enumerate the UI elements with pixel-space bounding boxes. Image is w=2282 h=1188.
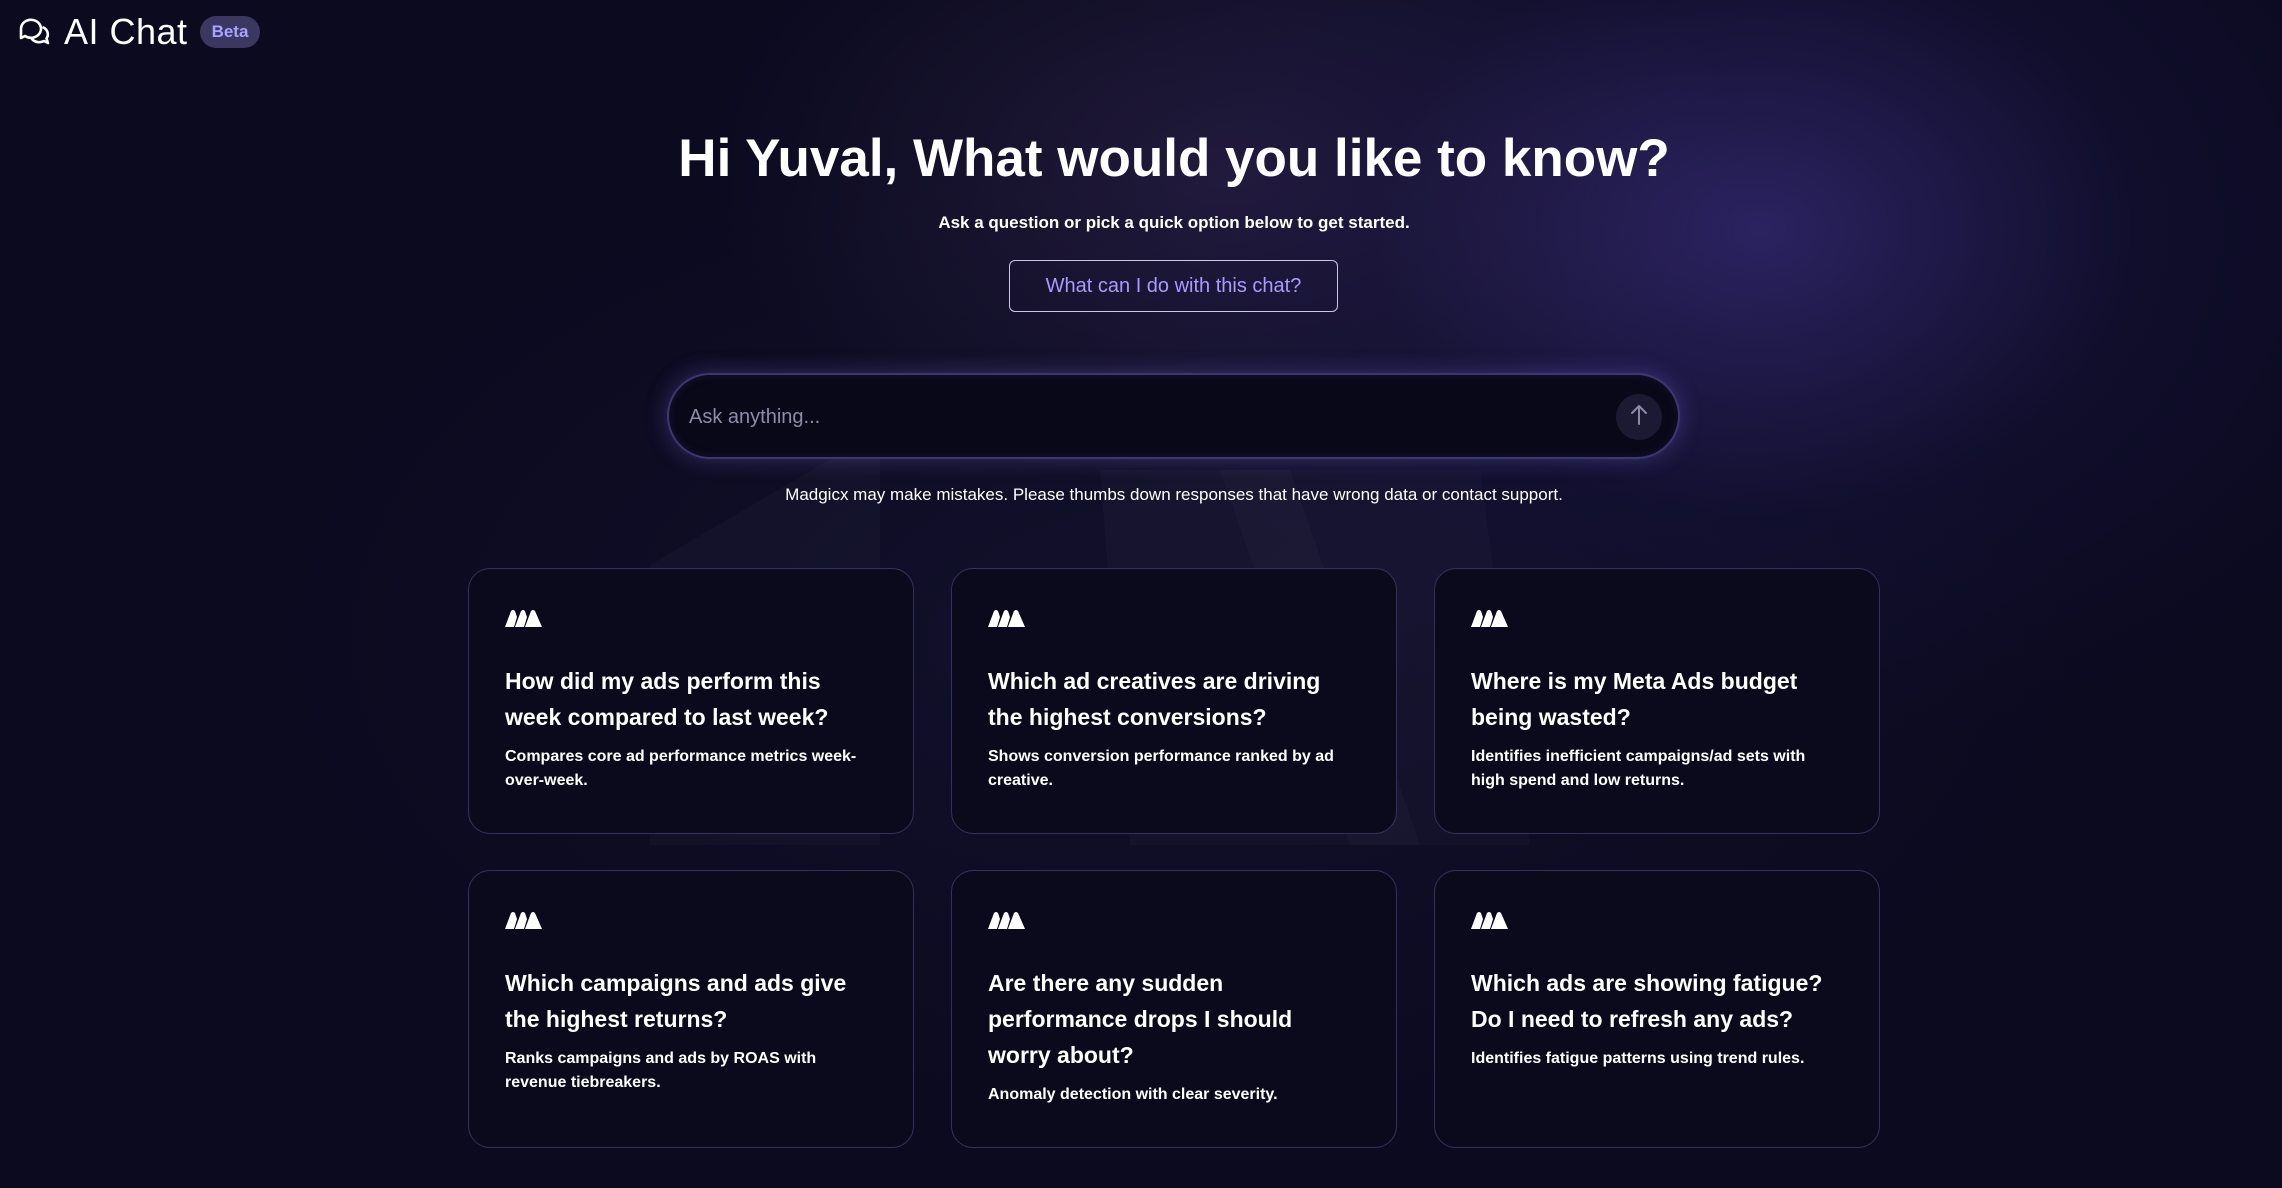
top-bar: AI Chat Beta: [16, 10, 261, 54]
madgicx-logo-icon: [1471, 912, 1508, 929]
madgicx-logo-icon: [988, 610, 1025, 627]
suggestion-card[interactable]: Which ad creatives are driving the highe…: [951, 568, 1397, 834]
madgicx-logo-icon: [1471, 610, 1508, 627]
card-description: Anomaly detection with clear severity.: [988, 1086, 1278, 1103]
app-title: AI Chat: [64, 11, 188, 52]
card-description: Compares core ad performance metrics wee…: [505, 748, 857, 789]
card-title: Where is my Meta Ads budget being wasted…: [1471, 668, 1798, 730]
greeting-heading: Hi Yuval, What would you like to know?: [678, 129, 1670, 188]
send-button[interactable]: [1616, 394, 1662, 440]
card-title: Which campaigns and ads give the highest…: [505, 970, 847, 1032]
suggestion-card[interactable]: Which campaigns and ads give the highest…: [468, 870, 914, 1148]
card-title: Which ad creatives are driving the highe…: [988, 668, 1321, 730]
suggestion-card[interactable]: Which ads are showing fatigue? Do I need…: [1434, 870, 1880, 1148]
chat-input-container: [667, 373, 1680, 459]
beta-badge: Beta: [199, 16, 261, 48]
card-description: Shows conversion performance ranked by a…: [988, 748, 1334, 789]
card-title: Which ads are showing fatigue? Do I need…: [1471, 970, 1823, 1032]
ai-chat-page: AI Chat Beta Hi Yuval, What would you li…: [0, 0, 2282, 1188]
suggestion-card[interactable]: Are there any sudden performance drops I…: [951, 870, 1397, 1148]
card-description: Ranks campaigns and ads by ROAS with rev…: [505, 1050, 817, 1091]
arrow-up-icon: [1629, 404, 1649, 431]
card-description: Identifies fatigue patterns using trend …: [1471, 1050, 1805, 1067]
suggestion-card[interactable]: How did my ads perform this week compare…: [468, 568, 914, 834]
card-title: How did my ads perform this week compare…: [505, 668, 829, 730]
madgicx-logo-icon: [988, 912, 1025, 929]
help-button[interactable]: What can I do with this chat?: [1009, 260, 1338, 312]
disclaimer-text: Madgicx may make mistakes. Please thumbs…: [785, 485, 1563, 504]
greeting-subtitle: Ask a question or pick a quick option be…: [938, 213, 1410, 232]
chat-input[interactable]: [687, 375, 1591, 459]
card-description: Identifies inefficient campaigns/ad sets…: [1471, 748, 1806, 789]
chat-bubbles-icon: [16, 14, 52, 50]
madgicx-logo-icon: [505, 610, 542, 627]
card-title: Are there any sudden performance drops I…: [988, 970, 1293, 1068]
madgicx-logo-icon: [505, 912, 542, 929]
suggestion-card[interactable]: Where is my Meta Ads budget being wasted…: [1434, 568, 1880, 834]
